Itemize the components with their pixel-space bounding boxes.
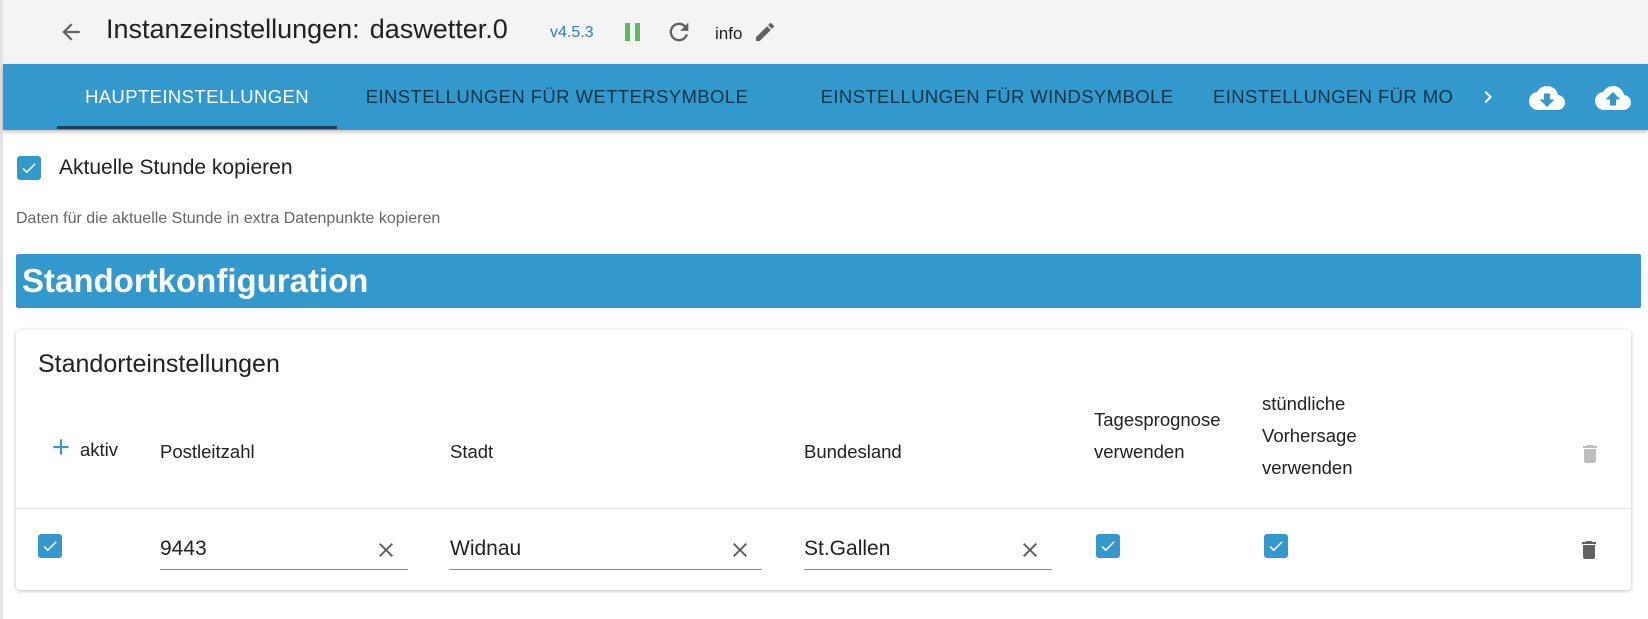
- row-hourly-checkbox[interactable]: [1264, 534, 1288, 558]
- tab-bar: HAUPTEINSTELLUNGEN EINSTELLUNGEN FÜR WET…: [3, 64, 1648, 130]
- copy-hour-label: Aktuelle Stunde kopieren: [59, 156, 293, 179]
- column-daily-forecast: Tagesprognose verwenden: [1094, 404, 1221, 468]
- reload-instance-button[interactable]: [663, 16, 695, 48]
- clear-state-button[interactable]: [1016, 536, 1044, 564]
- close-icon: [1023, 543, 1037, 557]
- column-city: Stadt: [450, 441, 494, 462]
- column-hourly-line-2: Vorhersage: [1262, 425, 1357, 446]
- zip-input[interactable]: [160, 534, 360, 564]
- row-active-checkbox[interactable]: [38, 534, 62, 558]
- state-field: [804, 530, 1052, 570]
- state-input[interactable]: [804, 534, 1004, 564]
- version-label: v4.5.3: [550, 24, 594, 41]
- city-field: [450, 530, 762, 570]
- clear-zip-button[interactable]: [372, 536, 400, 564]
- plus-icon: [53, 439, 69, 455]
- edit-info-button[interactable]: [751, 18, 779, 46]
- location-settings-card: Standorteinstellungen aktiv Postleitzahl…: [16, 330, 1631, 590]
- tab-weather-symbols[interactable]: EINSTELLUNGEN FÜR WETTERSYMBOLE: [337, 64, 777, 130]
- tab-moon-settings[interactable]: EINSTELLUNGEN FÜR MO: [1209, 64, 1471, 130]
- arrow-left-icon: [62, 23, 80, 41]
- delete-all-button: [1576, 438, 1604, 470]
- tab-wind-symbols[interactable]: EINSTELLUNGEN FÜR WINDSYMBOLE: [777, 64, 1217, 130]
- active-tab-indicator: [57, 126, 337, 129]
- tab-scroll-right-button[interactable]: [1473, 82, 1503, 112]
- pencil-icon: [756, 22, 775, 41]
- section-header: Standortkonfiguration: [16, 254, 1641, 308]
- reload-icon: [669, 22, 689, 42]
- card-title: Standorteinstellungen: [38, 350, 280, 378]
- instance-header: Instanzeinstellungen: daswetter.0 v4.5.3 …: [3, 0, 1648, 64]
- pause-instance-button[interactable]: [619, 18, 647, 46]
- city-input[interactable]: [450, 534, 710, 564]
- row-daily-checkbox[interactable]: [1096, 534, 1120, 558]
- zip-field: [160, 530, 408, 570]
- cloud-download-icon: [1529, 86, 1565, 110]
- column-daily-line-1: Tagesprognose: [1094, 409, 1221, 430]
- header-row-divider: [16, 508, 1631, 509]
- page-title-label: Instanzeinstellungen:: [106, 14, 360, 44]
- download-config-button[interactable]: [1527, 78, 1567, 118]
- check-icon: [1101, 541, 1115, 552]
- close-icon: [379, 543, 393, 557]
- check-icon: [1269, 541, 1283, 552]
- tab-main-settings[interactable]: HAUPTEINSTELLUNGEN: [57, 64, 337, 130]
- cloud-upload-icon: [1595, 86, 1631, 110]
- column-state: Bundesland: [804, 441, 902, 462]
- pause-icon: [625, 23, 640, 41]
- page-title: Instanzeinstellungen: daswetter.0: [106, 14, 508, 45]
- copy-hour-help-text: Daten für die aktuelle Stunde in extra D…: [16, 210, 441, 227]
- instance-name: daswetter.0: [369, 14, 508, 44]
- delete-row-button[interactable]: [1574, 534, 1604, 566]
- column-zip: Postleitzahl: [160, 441, 255, 462]
- clear-city-button[interactable]: [726, 536, 754, 564]
- column-hourly-line-3: verwenden: [1262, 457, 1353, 478]
- back-button[interactable]: [53, 14, 89, 50]
- upload-config-button[interactable]: [1593, 78, 1633, 118]
- add-location-button[interactable]: [46, 432, 76, 462]
- column-active: aktiv: [80, 439, 119, 460]
- trash-icon: [1583, 445, 1597, 463]
- column-hourly-line-1: stündliche: [1262, 393, 1346, 414]
- trash-icon: [1582, 541, 1596, 559]
- check-icon: [43, 541, 57, 552]
- chevron-right-icon: [1484, 91, 1492, 103]
- copy-hour-checkbox[interactable]: [17, 156, 41, 180]
- info-label: info: [715, 24, 743, 43]
- column-hourly-forecast: stündliche Vorhersage verwenden: [1262, 388, 1357, 484]
- close-icon: [733, 543, 747, 557]
- section-title: Standortkonfiguration: [22, 262, 369, 299]
- check-icon: [22, 163, 36, 174]
- column-daily-line-2: verwenden: [1094, 441, 1185, 462]
